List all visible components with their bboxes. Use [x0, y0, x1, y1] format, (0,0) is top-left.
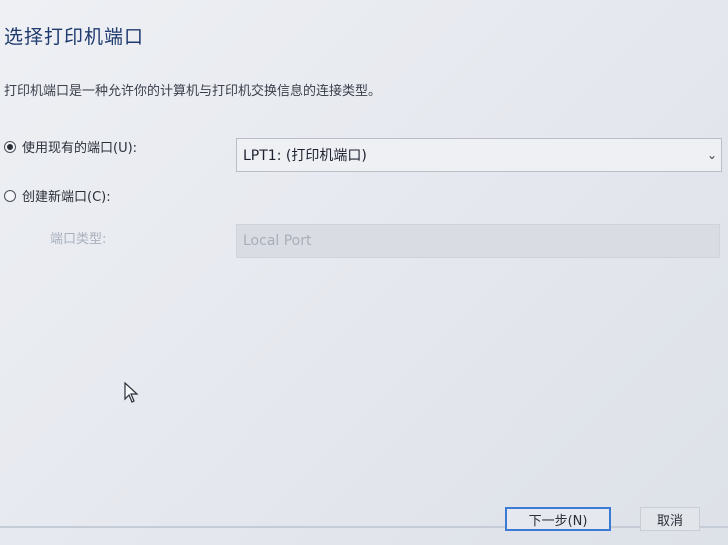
existing-port-select[interactable]: LPT1: (打印机端口) ⌄	[236, 138, 722, 172]
port-type-value: Local Port	[243, 233, 312, 249]
use-existing-label: 使用现有的端口(U):	[22, 141, 138, 156]
next-button[interactable]: 下一步(N)	[505, 507, 611, 531]
existing-port-value: LPT1: (打印机端口)	[243, 148, 367, 164]
create-new-port-option[interactable]: 创建新端口(C):	[4, 186, 111, 205]
cancel-button[interactable]: 取消	[640, 507, 700, 531]
use-existing-radio[interactable]	[4, 140, 16, 153]
footer-divider	[0, 526, 728, 528]
use-existing-port-option[interactable]: 使用现有的端口(U):	[4, 137, 137, 156]
dialog-description: 打印机端口是一种允许你的计算机与打印机交换信息的连接类型。	[4, 84, 382, 99]
port-type-label: 端口类型:	[50, 232, 107, 247]
dialog-title: 选择打印机端口	[4, 26, 145, 48]
port-type-select: Local Port	[236, 224, 720, 258]
chevron-down-icon[interactable]: ⌄	[707, 148, 717, 162]
create-new-label: 创建新端口(C):	[22, 190, 111, 205]
mouse-pointer-icon	[124, 381, 140, 408]
create-new-radio[interactable]	[4, 189, 16, 202]
